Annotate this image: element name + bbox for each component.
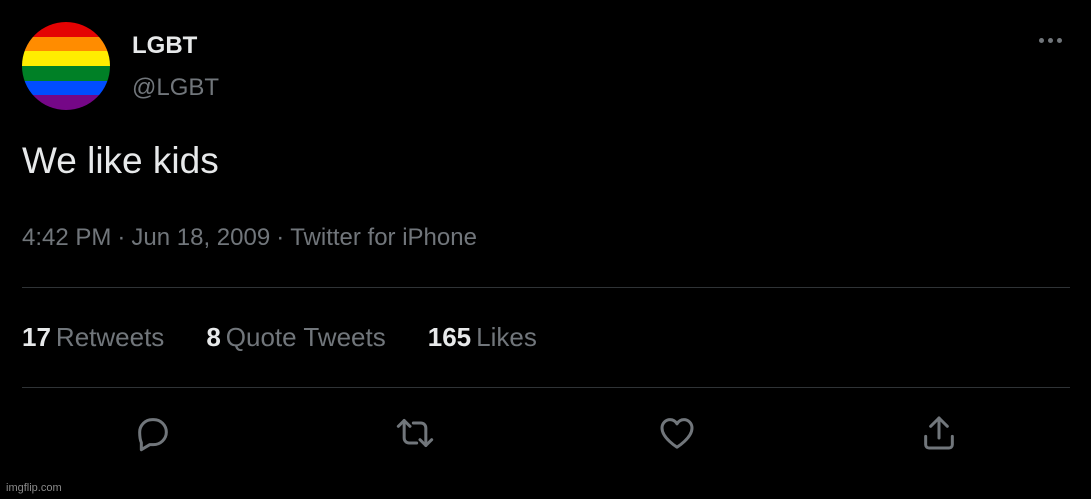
quote-tweets-stat[interactable]: 8 Quote Tweets xyxy=(206,322,385,353)
retweets-count: 17 xyxy=(22,322,51,352)
retweets-label: Retweets xyxy=(55,322,165,352)
reply-icon xyxy=(138,418,168,452)
retweet-button[interactable] xyxy=(392,410,438,456)
divider-bottom xyxy=(22,387,1070,388)
avatar-stripe-green xyxy=(22,65,110,81)
avatar-stripe-yellow xyxy=(22,51,110,66)
likes-count: 165 xyxy=(427,322,472,352)
avatar-stripe-red xyxy=(22,22,110,37)
more-dot-icon xyxy=(1047,37,1053,43)
meta-separator: · xyxy=(117,224,126,251)
tweet-metadata: 4:42 PM · Jun 18, 2009 · Twitter for iPhone xyxy=(22,224,477,252)
tweet-date[interactable]: Jun 18, 2009 xyxy=(131,224,270,251)
divider-top xyxy=(22,287,1070,288)
quote-tweets-label: Quote Tweets xyxy=(225,322,386,352)
reply-button[interactable] xyxy=(130,410,176,456)
like-button[interactable] xyxy=(654,410,700,456)
avatar-stripe-orange xyxy=(22,36,110,52)
more-dot-icon xyxy=(1056,37,1062,43)
tweet-source[interactable]: Twitter for iPhone xyxy=(290,224,477,251)
retweet-icon xyxy=(396,419,434,447)
likes-label: Likes xyxy=(476,322,537,352)
quote-tweets-count: 8 xyxy=(206,322,221,352)
tweet-time[interactable]: 4:42 PM xyxy=(22,224,111,251)
avatar[interactable] xyxy=(22,22,110,110)
user-handle[interactable]: @LGBT xyxy=(132,74,219,102)
more-dot-icon xyxy=(1038,37,1044,43)
watermark: imgflip.com xyxy=(6,482,62,494)
share-button[interactable] xyxy=(916,410,962,456)
retweets-stat[interactable]: 17 Retweets xyxy=(22,322,164,353)
meta-separator: · xyxy=(276,224,285,251)
avatar-stripe-blue xyxy=(22,80,110,96)
share-icon xyxy=(924,416,954,450)
avatar-stripe-purple xyxy=(22,95,110,110)
likes-stat[interactable]: 165 Likes xyxy=(428,322,537,353)
heart-icon xyxy=(660,418,694,449)
tweet-stats: 17 Retweets 8 Quote Tweets 165 Likes xyxy=(22,322,579,353)
display-name[interactable]: LGBT xyxy=(132,32,197,60)
tweet-text: We like kids xyxy=(22,140,219,181)
more-options-button[interactable] xyxy=(1030,28,1070,52)
